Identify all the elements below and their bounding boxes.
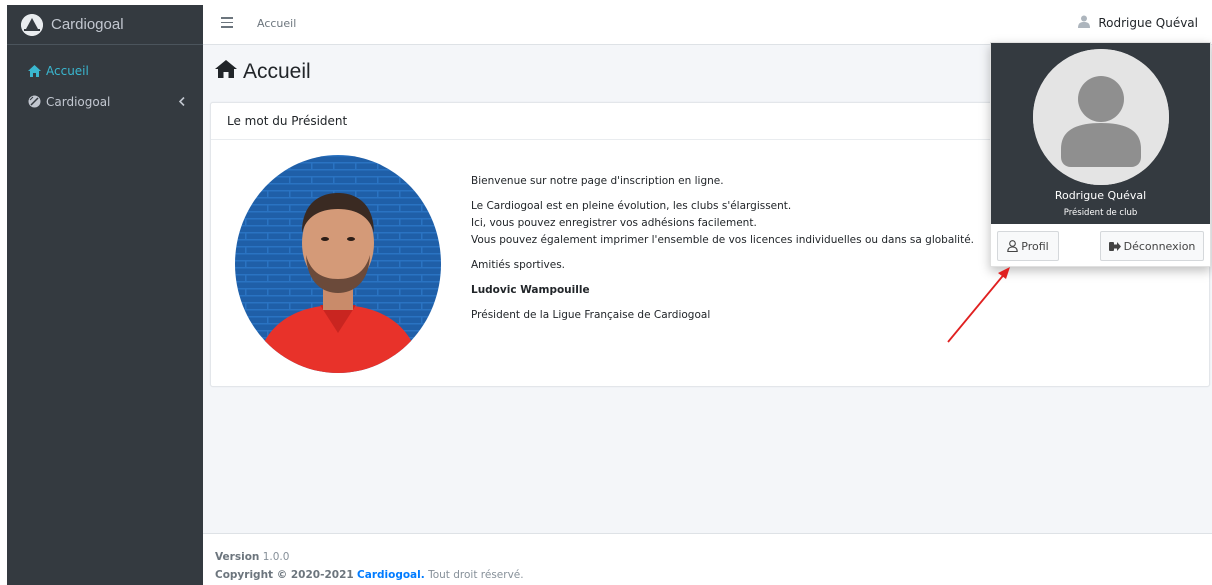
sidebar-nav: Accueil Cardiogoal: [7, 45, 203, 117]
message-paragraph: Bienvenue sur notre page d'inscription e…: [471, 175, 724, 187]
sidebar-item-label: Cardiogoal: [46, 94, 111, 109]
footer-brand-link[interactable]: Cardiogoal.: [357, 569, 425, 581]
signature-name: Ludovic Wampouille: [471, 284, 590, 296]
main-sidebar: Cardiogoal Accueil Cardiogoal: [7, 5, 203, 585]
profile-button[interactable]: Profil: [997, 231, 1059, 261]
dropdown-user-role: Président de club: [1063, 208, 1138, 218]
home-icon: [215, 60, 237, 84]
annotation-arrow-icon: [940, 262, 1020, 349]
sign-out-icon: [1108, 241, 1121, 252]
copyright-line: Copyright © 2020-2021 Cardiogoal. Tout d…: [215, 566, 1212, 584]
user-footer: Profil Déconnexion: [991, 224, 1210, 268]
version-label: Version: [215, 551, 260, 563]
home-icon: [27, 64, 41, 78]
logout-button[interactable]: Déconnexion: [1100, 231, 1204, 261]
user-header: Rodrigue Quéval Président de club: [991, 43, 1210, 224]
brand-link[interactable]: Cardiogoal: [7, 5, 203, 45]
profile-button-label: Profil: [1021, 239, 1049, 253]
logout-button-label: Déconnexion: [1123, 239, 1196, 253]
user-name: Rodrigue Quéval: [1098, 16, 1198, 30]
sidebar-item-accueil[interactable]: Accueil: [7, 55, 203, 86]
version-line: Version 1.0.0: [215, 548, 1212, 566]
main-footer: Version 1.0.0 Copyright © 2020-2021 Card…: [203, 533, 1212, 585]
page-title-text: Accueil: [243, 60, 311, 83]
breadcrumb[interactable]: Accueil: [257, 17, 296, 30]
user-outline-icon: [1007, 240, 1019, 252]
copyright-text: Copyright © 2020-2021: [215, 569, 354, 581]
avatar: [1033, 49, 1169, 185]
message-paragraph: Amitiés sportives.: [471, 259, 566, 271]
dropdown-user-name: Rodrigue Quéval: [1054, 189, 1147, 202]
brand-logo-icon: [21, 13, 43, 36]
message-line: Ici, vous pouvez enregistrer vos adhésio…: [471, 217, 757, 229]
signature-title: Président de la Ligue Française de Cardi…: [471, 309, 711, 321]
chevron-left-icon: [178, 95, 185, 109]
ball-icon: [27, 95, 41, 109]
president-photo: [235, 155, 441, 373]
message-line: Vous pouvez également imprimer l'ensembl…: [471, 234, 975, 246]
user-icon: [1078, 15, 1091, 31]
president-message: Bienvenue sur notre page d'inscription e…: [471, 173, 991, 324]
brand-name: Cardiogoal: [51, 16, 124, 33]
page-title: Accueil: [215, 60, 311, 84]
user-menu-toggle[interactable]: Rodrigue Quéval: [1078, 15, 1198, 31]
user-dropdown: Rodrigue Quéval Président de club Profil…: [990, 42, 1211, 267]
sidebar-item-label: Accueil: [46, 63, 89, 78]
version-number: 1.0.0: [262, 551, 290, 563]
top-navbar: Accueil Rodrigue Quéval: [203, 5, 1212, 45]
message-line: Le Cardiogoal est en pleine évolution, l…: [471, 200, 792, 212]
rights-text: Tout droit réservé.: [428, 569, 524, 581]
menu-toggle-icon[interactable]: [221, 17, 233, 29]
sidebar-item-cardiogoal[interactable]: Cardiogoal: [7, 86, 203, 117]
